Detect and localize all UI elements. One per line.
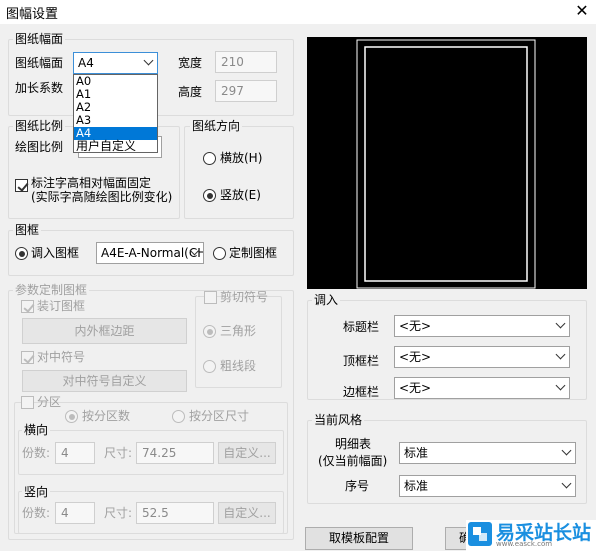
height-field[interactable]: 297 <box>215 80 277 102</box>
watermark-subtext: www.easck.com <box>496 540 553 548</box>
drawing-scale-label: 绘图比例 <box>15 140 64 154</box>
import-group-title: 调入 <box>312 293 341 307</box>
cut-mark-label: 剪切符号 <box>220 290 269 304</box>
close-icon[interactable]: ✕ <box>573 0 591 22</box>
paper-size-group-title: 图纸幅面 <box>13 32 66 46</box>
partition-checkbox[interactable] <box>21 396 34 409</box>
paper-size-label: 图纸幅面 <box>15 56 64 70</box>
scale-factor-label: 加长系数 <box>15 81 64 95</box>
import-frame-label: 调入图框 <box>31 246 80 260</box>
landscape-label: 横放(H) <box>220 151 263 165</box>
width-label: 宽度 <box>178 56 203 70</box>
orientation-group <box>184 126 294 219</box>
top-bar-select[interactable]: <无> <box>394 346 570 368</box>
binding-frame-checkbox[interactable] <box>21 300 34 313</box>
preview-outer-border <box>356 39 536 289</box>
cut-mark-checkbox[interactable] <box>204 291 217 304</box>
serial-label: 序号 <box>345 479 370 493</box>
chevron-down-icon <box>555 349 566 360</box>
partition-label: 分区 <box>37 395 62 409</box>
by-count-label: 按分区数 <box>82 409 131 423</box>
preview-inner-border <box>364 46 528 282</box>
chevron-down-icon <box>561 445 572 456</box>
width-field[interactable]: 210 <box>215 51 277 73</box>
height-label: 高度 <box>178 85 203 99</box>
title-bar-label: 标题栏 <box>343 320 380 334</box>
serial-value: 标准 <box>404 479 429 493</box>
v-size-field[interactable]: 52.5 <box>136 502 214 524</box>
custom-frame-label: 定制图框 <box>229 246 278 260</box>
top-bar-value: <无> <box>399 350 432 364</box>
by-size-radio[interactable] <box>172 410 185 423</box>
detail-table-label: 明细表 <box>335 437 372 451</box>
h-custom-button[interactable]: 自定义... <box>218 442 276 464</box>
portrait-radio[interactable] <box>203 189 216 202</box>
frame-template-select[interactable]: A4E-A-Normal(CH <box>96 242 204 264</box>
chevron-down-icon <box>555 380 566 391</box>
top-bar-label: 顶框栏 <box>343 354 380 368</box>
fix-text-height-checkbox[interactable] <box>15 179 28 192</box>
serial-select[interactable]: 标准 <box>399 475 576 497</box>
side-bar-value: <无> <box>399 381 432 395</box>
template-config-button[interactable]: 取模板配置 <box>305 527 413 550</box>
thick-line-label: 粗线段 <box>220 359 257 373</box>
import-frame-radio[interactable] <box>15 247 28 260</box>
by-size-label: 按分区尺寸 <box>189 409 250 423</box>
paper-size-select[interactable]: A4 <box>73 52 158 74</box>
preview-frame-drawing <box>356 39 536 289</box>
vertical-title: 竖向 <box>22 485 51 499</box>
frame-group-title: 图框 <box>13 223 42 237</box>
scale-group-title: 图纸比例 <box>13 119 66 133</box>
detail-table-select[interactable]: 标准 <box>399 442 576 464</box>
detail-table-note: (仅当前幅面) <box>318 454 388 468</box>
thick-line-radio[interactable] <box>203 360 216 373</box>
watermark-logo-mark <box>473 527 487 541</box>
v-count-field[interactable]: 4 <box>55 502 95 524</box>
center-mark-custom-button[interactable]: 对中符号自定义 <box>22 370 187 392</box>
cut-mark-group <box>195 296 282 388</box>
binding-frame-label: 装订图框 <box>37 299 86 313</box>
detail-table-value: 标准 <box>404 446 429 460</box>
margin-button[interactable]: 内外框边距 <box>22 318 187 344</box>
watermark-logo-icon <box>468 522 492 546</box>
custom-frame-radio[interactable] <box>213 247 226 260</box>
h-size-field[interactable]: 74.25 <box>136 442 214 464</box>
triangle-radio[interactable] <box>203 325 216 338</box>
orientation-group-title: 图纸方向 <box>190 119 243 133</box>
triangle-label: 三角形 <box>220 324 257 338</box>
fix-text-height-note: (实际字高随绘图比例变化) <box>31 190 173 204</box>
center-mark-checkbox[interactable] <box>21 351 34 364</box>
side-bar-select[interactable]: <无> <box>394 377 570 399</box>
h-count-field[interactable]: 4 <box>55 442 95 464</box>
by-count-radio[interactable] <box>65 410 78 423</box>
paper-size-value: A4 <box>78 56 94 70</box>
landscape-radio[interactable] <box>203 152 216 165</box>
style-group-title: 当前风格 <box>312 413 365 427</box>
param-frame-group-title: 参数定制图框 <box>13 283 90 297</box>
dropdown-item[interactable]: 用户自定义 <box>74 139 157 153</box>
portrait-label: 竖放(E) <box>220 188 261 202</box>
frame-template-value: A4E-A-Normal(CH <box>101 246 204 260</box>
title-bar-select[interactable]: <无> <box>394 315 570 337</box>
window-title: 图幅设置 <box>6 7 59 22</box>
v-size-label: 尺寸: <box>104 506 133 520</box>
chevron-down-icon <box>143 55 154 66</box>
paper-size-dropdown-list: A0 A1 A2 A3 A4 用户自定义 <box>73 74 158 153</box>
h-size-label: 尺寸: <box>104 446 133 460</box>
side-bar-label: 边框栏 <box>343 385 380 399</box>
chevron-down-icon <box>555 318 566 329</box>
center-mark-label: 对中符号 <box>37 350 86 364</box>
h-count-label: 份数: <box>22 446 51 460</box>
horizontal-title: 横向 <box>22 423 51 437</box>
frame-preview <box>307 37 587 289</box>
v-custom-button[interactable]: 自定义... <box>218 502 276 524</box>
title-bar-value: <无> <box>399 319 432 333</box>
title-bar: 图幅设置 ✕ <box>0 0 596 24</box>
v-count-label: 份数: <box>22 506 51 520</box>
chevron-down-icon <box>561 478 572 489</box>
